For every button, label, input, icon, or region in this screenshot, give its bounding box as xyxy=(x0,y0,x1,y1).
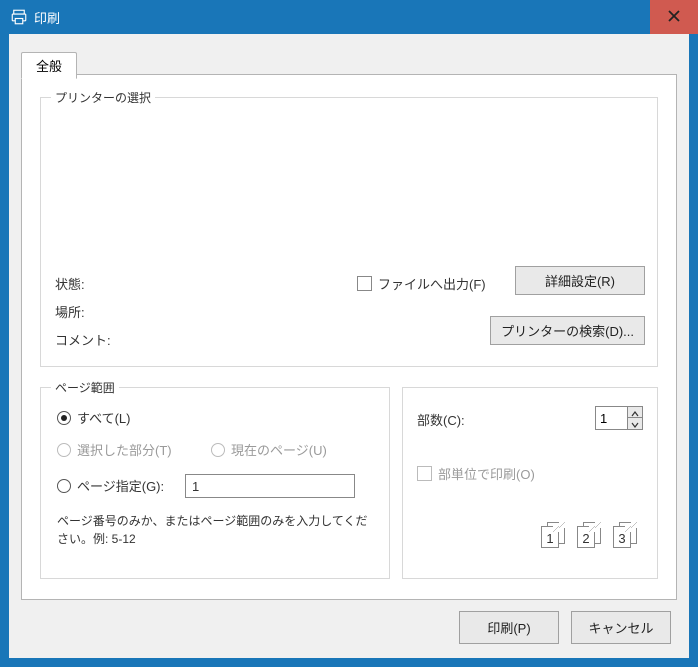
radio-specify-label: ページ指定(G): xyxy=(77,476,164,495)
collate-pair-1: 1 1 xyxy=(541,526,569,550)
dialog-buttons: 印刷(P) キャンセル xyxy=(459,611,671,644)
print-to-file-label: ファイルへ出力(F) xyxy=(378,274,486,293)
find-printer-button[interactable]: プリンターの検索(D)... xyxy=(490,316,645,345)
radio-all-row: すべて(L) xyxy=(57,408,130,427)
print-to-file-row: ファイルへ出力(F) xyxy=(357,274,486,293)
collate-page-icon: 3 xyxy=(613,526,631,548)
collate-row: 部単位で印刷(O) xyxy=(417,464,535,483)
collate-pair-2: 2 2 xyxy=(577,526,605,550)
collate-page-icon: 1 xyxy=(541,526,559,548)
comment-label: コメント: xyxy=(55,330,111,349)
radio-current xyxy=(211,443,225,457)
collate-checkbox xyxy=(417,466,432,481)
print-button[interactable]: 印刷(P) xyxy=(459,611,559,644)
collate-label: 部単位で印刷(O) xyxy=(438,464,535,483)
group-page-range-legend: ページ範囲 xyxy=(51,379,119,396)
page-specify-input[interactable] xyxy=(185,474,355,498)
copies-input[interactable] xyxy=(595,406,627,430)
radio-all-label: すべて(L) xyxy=(77,408,130,427)
dialog-client: 全般 プリンターの選択 状態: 場所: コメント: ファイルへ出力(F) 詳細設… xyxy=(9,34,689,658)
print-to-file-checkbox[interactable] xyxy=(357,276,372,291)
radio-current-label: 現在のページ(U) xyxy=(231,440,327,459)
radio-selection-label: 選択した部分(T) xyxy=(77,440,172,459)
tab-general-label: 全般 xyxy=(36,59,62,74)
print-button-label: 印刷(P) xyxy=(487,621,530,636)
copies-label: 部数(C): xyxy=(417,410,465,429)
find-printer-button-label: プリンターの検索(D)... xyxy=(501,324,634,339)
chevron-down-icon xyxy=(631,416,639,431)
radio-selection-row: 選択した部分(T) xyxy=(57,440,172,459)
details-row: 詳細設定(R) xyxy=(515,266,645,295)
copies-spinner xyxy=(595,406,643,430)
find-printer-row: プリンターの検索(D)... xyxy=(490,316,645,345)
group-page-range: ページ範囲 すべて(L) 選択した部分(T) 現在のページ(U) ページ指定(G… xyxy=(40,387,390,579)
group-copies: 部数(C): 部単位で印刷(O) 1 1 2 xyxy=(402,387,658,579)
window-title: 印刷 xyxy=(34,8,60,27)
collate-illustration: 1 1 2 2 3 3 xyxy=(541,526,641,550)
collate-page-icon: 2 xyxy=(577,526,595,548)
status-label: 状態: xyxy=(55,274,85,293)
location-label: 場所: xyxy=(55,302,85,321)
close-icon xyxy=(668,10,680,25)
copies-spin-down[interactable] xyxy=(627,418,643,430)
collate-pair-3: 3 3 xyxy=(613,526,641,550)
close-button[interactable] xyxy=(650,0,698,34)
tab-general[interactable]: 全般 xyxy=(21,52,77,79)
titlebar: 印刷 xyxy=(0,0,698,34)
printer-icon xyxy=(10,8,28,26)
location-row: 場所: xyxy=(55,302,85,321)
status-row: 状態: xyxy=(55,274,85,293)
tab-panel: プリンターの選択 状態: 場所: コメント: ファイルへ出力(F) 詳細設定(R… xyxy=(21,74,677,600)
cancel-button[interactable]: キャンセル xyxy=(571,611,671,644)
comment-row: コメント: xyxy=(55,330,111,349)
cancel-button-label: キャンセル xyxy=(588,621,653,636)
radio-specify[interactable] xyxy=(57,479,71,493)
page-range-hint: ページ番号のみか、またはページ範囲のみを入力してください。例: 5-12 xyxy=(57,512,375,548)
radio-selection xyxy=(57,443,71,457)
group-printer-legend: プリンターの選択 xyxy=(51,89,155,106)
radio-specify-row: ページ指定(G): xyxy=(57,476,164,495)
tab-header: 全般 xyxy=(21,52,77,79)
copies-row: 部数(C): xyxy=(417,410,465,429)
details-button-label: 詳細設定(R) xyxy=(545,274,615,289)
details-button[interactable]: 詳細設定(R) xyxy=(515,266,645,295)
radio-all[interactable] xyxy=(57,411,71,425)
radio-current-row: 現在のページ(U) xyxy=(211,440,327,459)
copies-spin-buttons xyxy=(627,406,643,430)
group-printer-selection: プリンターの選択 状態: 場所: コメント: ファイルへ出力(F) 詳細設定(R… xyxy=(40,97,658,367)
